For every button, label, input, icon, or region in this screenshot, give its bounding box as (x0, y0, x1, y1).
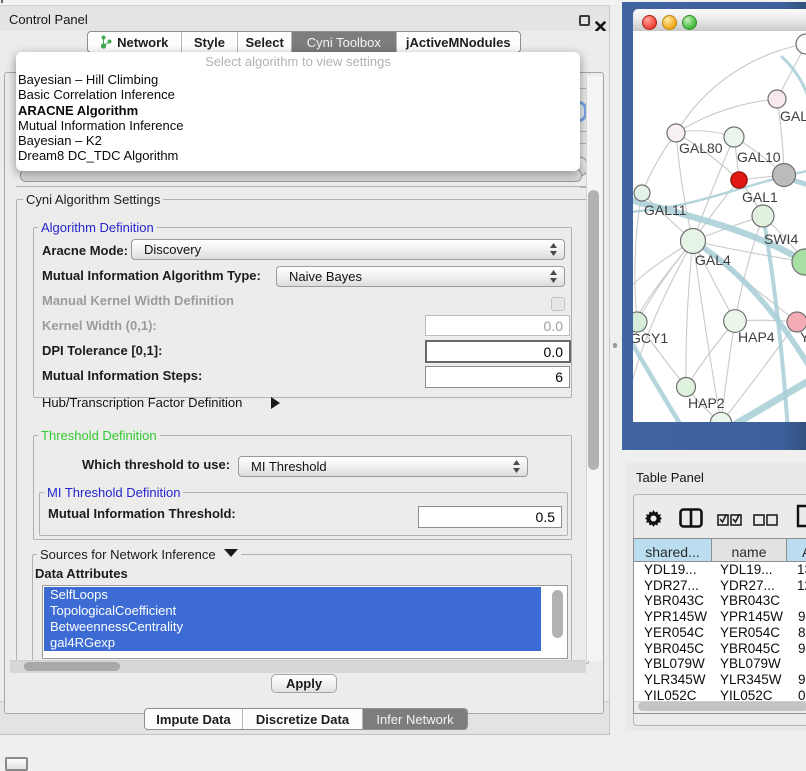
svg-text:GAL2: GAL2 (780, 108, 806, 124)
svg-text:HAP4: HAP4 (738, 329, 775, 345)
svg-text:HAP2: HAP2 (688, 395, 725, 411)
svg-text:GAL1: GAL1 (742, 189, 778, 205)
svg-text:GCY1: GCY1 (633, 330, 668, 346)
svg-text:GAL11: GAL11 (644, 202, 687, 218)
svg-text:GAL10: GAL10 (737, 149, 781, 165)
svg-text:GAL80: GAL80 (679, 140, 723, 156)
svg-text:GAL4: GAL4 (695, 252, 731, 268)
svg-text:Y: Y (800, 329, 806, 345)
svg-text:SWI4: SWI4 (764, 231, 798, 247)
